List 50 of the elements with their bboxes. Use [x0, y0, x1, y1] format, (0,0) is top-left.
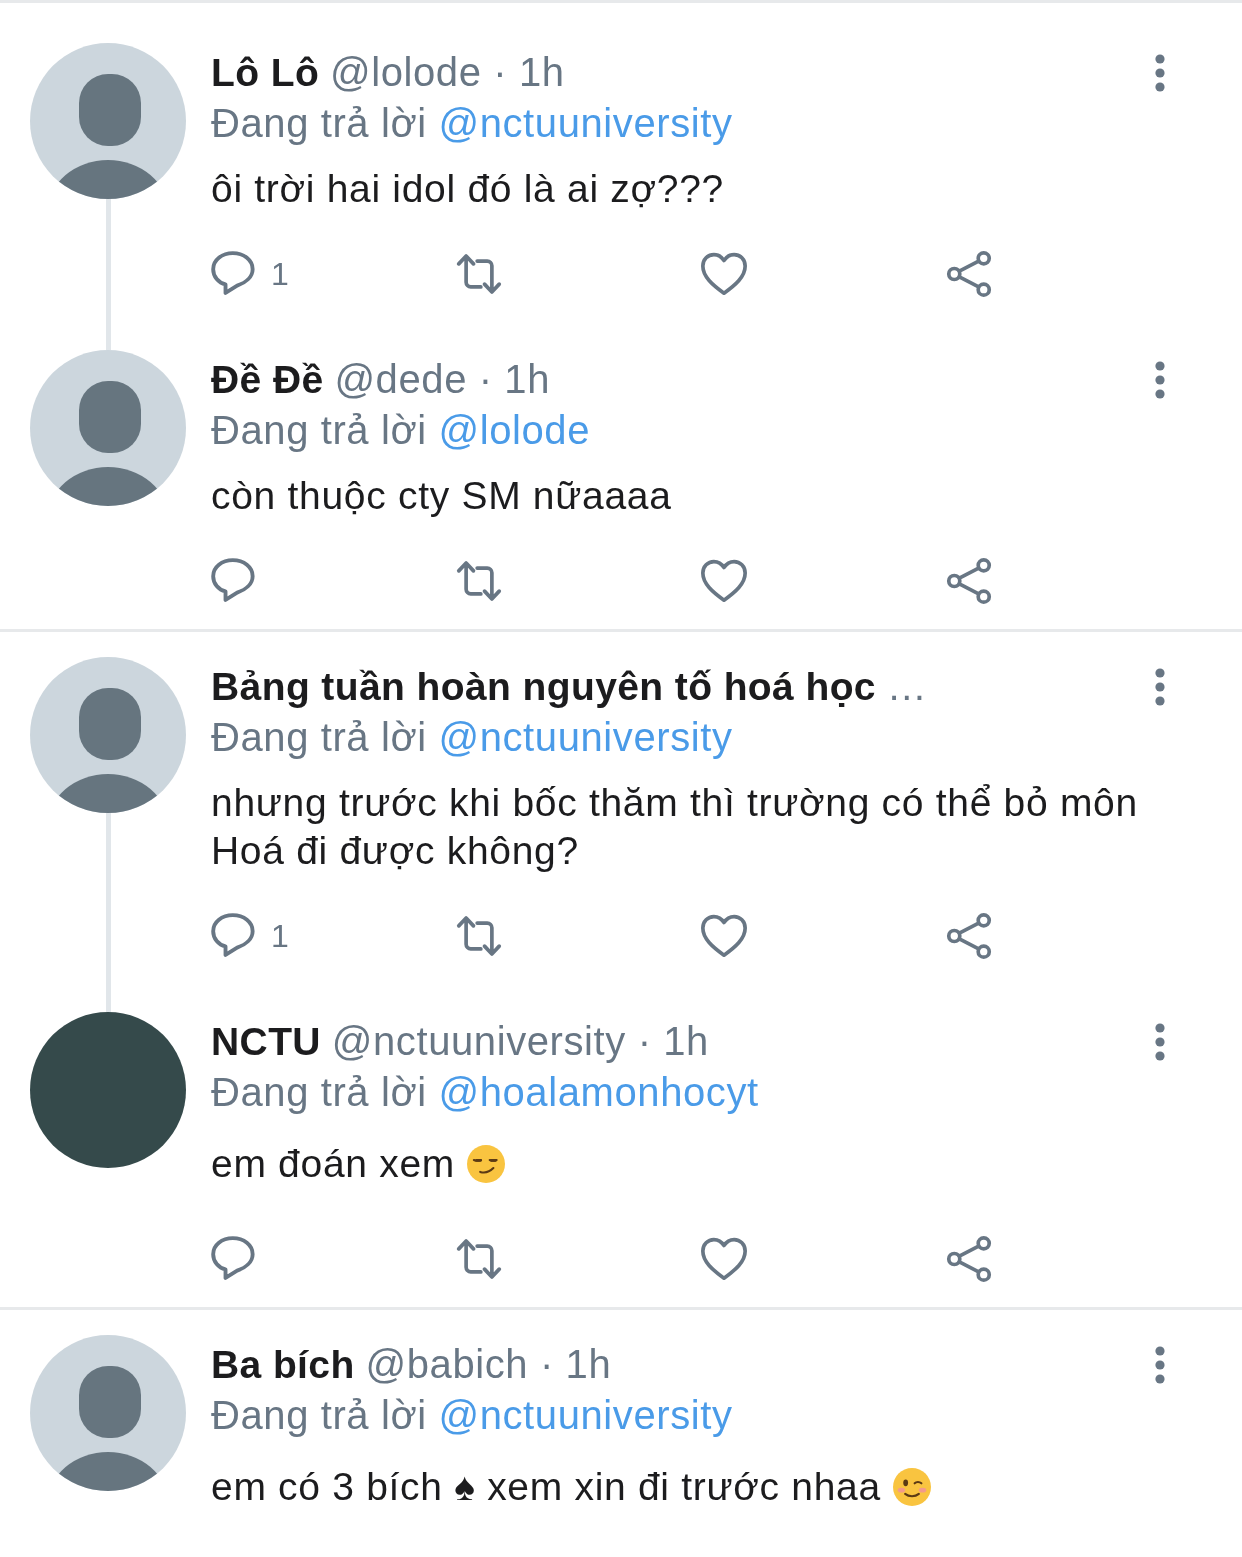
- mention-link[interactable]: @nctuuniversity: [438, 1393, 733, 1437]
- tweet-text: em có 3 bích ♠ xem xin đi trước nhaa: [211, 1465, 881, 1508]
- more-options-icon[interactable]: [1154, 667, 1166, 706]
- tweet-text: ôi trời hai idol đó là ai zợ???: [211, 167, 724, 210]
- tweet-text: nhưng trước khi bốc thăm thì trường có thể bỏ môn Hoá đi được không?: [211, 781, 1138, 872]
- replying-to-label: Đang trả lời: [211, 1070, 427, 1114]
- reply-count-button[interactable]: 1: [211, 913, 289, 959]
- replying-to-label: Đang trả lời: [211, 408, 427, 452]
- replying-to-label: Đang trả lời: [211, 715, 427, 759]
- share-icon[interactable]: [946, 251, 992, 297]
- tweet-text: em đoán xem: [211, 1142, 455, 1185]
- handle-time: @babich · 1h: [365, 1342, 612, 1386]
- reply-icon[interactable]: [211, 1236, 257, 1282]
- smirking-face-icon: [467, 1145, 505, 1183]
- reply-icon: [211, 251, 257, 297]
- handle-time: …: [886, 664, 928, 708]
- heart-icon[interactable]: [701, 913, 747, 959]
- user-name: NCTU: [211, 1020, 321, 1063]
- replying-to-label: Đang trả lời: [211, 101, 427, 145]
- heart-icon[interactable]: [701, 1236, 747, 1282]
- retweet-icon[interactable]: [456, 1236, 502, 1282]
- heart-icon[interactable]: [701, 558, 747, 604]
- more-options-icon[interactable]: [1154, 360, 1166, 399]
- mention-link[interactable]: @nctuuniversity: [438, 101, 733, 145]
- handle-time: @nctuuniversity · 1h: [331, 1019, 709, 1063]
- user-name: Đề Đề: [211, 358, 324, 401]
- share-icon[interactable]: [946, 913, 992, 959]
- winking-face-icon: [892, 1468, 931, 1506]
- mention-link[interactable]: @nctuuniversity: [438, 715, 733, 759]
- user-name: Lô Lô: [211, 51, 320, 94]
- mention-link[interactable]: @lolode: [438, 408, 591, 452]
- replying-to-label: Đang trả lời: [211, 1393, 427, 1437]
- tweet-text: còn thuộc cty SM nữaaaa: [211, 474, 672, 517]
- reply-count-button[interactable]: 1: [211, 251, 289, 297]
- share-icon[interactable]: [946, 1236, 992, 1282]
- reply-icon[interactable]: [211, 558, 257, 604]
- retweet-icon[interactable]: [456, 251, 502, 297]
- share-icon[interactable]: [946, 558, 992, 604]
- user-name: Ba bích: [211, 1343, 355, 1386]
- reply-icon: [211, 913, 257, 959]
- mention-link[interactable]: @hoalamonhocyt: [438, 1070, 759, 1114]
- retweet-icon[interactable]: [456, 558, 502, 604]
- handle-time: @lolode · 1h: [330, 50, 565, 94]
- heart-icon[interactable]: [701, 251, 747, 297]
- retweet-icon[interactable]: [456, 913, 502, 959]
- handle-time: @dede · 1h: [334, 357, 551, 401]
- more-options-icon[interactable]: [1154, 53, 1166, 92]
- more-options-icon[interactable]: [1154, 1345, 1166, 1384]
- user-name: Bảng tuần hoàn nguyên tố hoá học: [211, 665, 876, 708]
- more-options-icon[interactable]: [1154, 1022, 1166, 1061]
